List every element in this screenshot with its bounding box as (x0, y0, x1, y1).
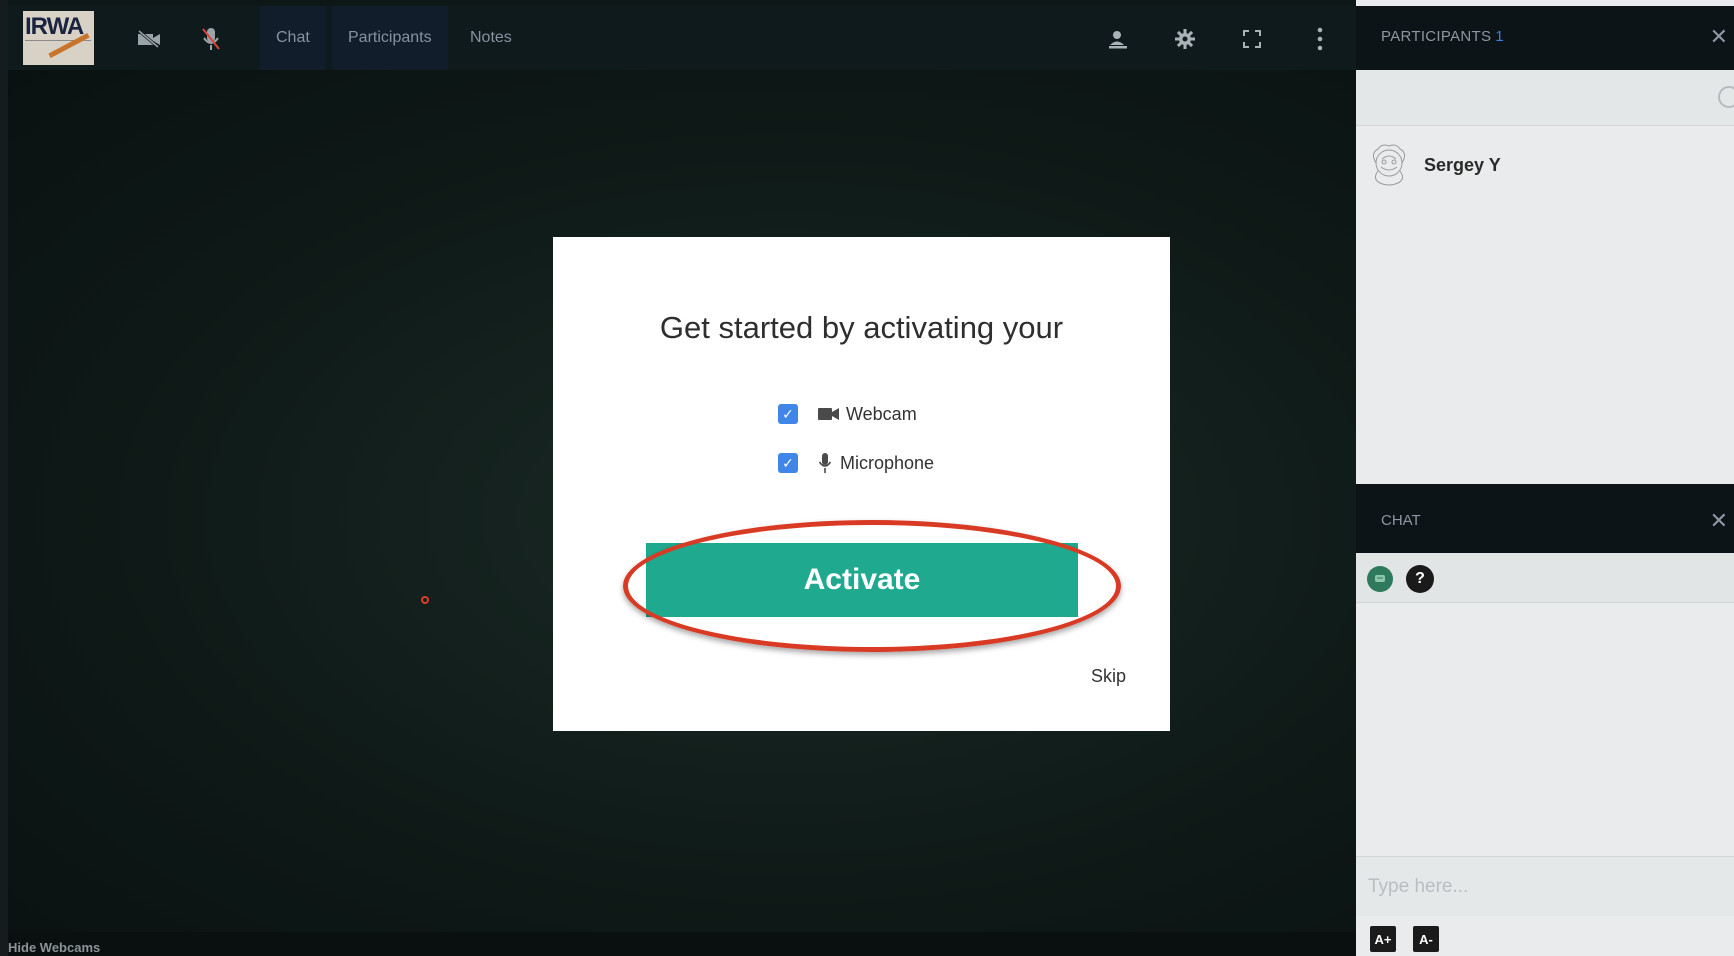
hide-webcams-link[interactable]: Hide Webcams (8, 940, 100, 955)
more-vertical-icon[interactable] (1305, 24, 1335, 54)
participants-count: 1 (1495, 28, 1504, 45)
tab-notes-label: Notes (470, 29, 512, 46)
microphone-checkbox[interactable]: ✓ (778, 453, 798, 473)
dialog-title: Get started by activating your (659, 310, 1064, 345)
chat-input[interactable] (1356, 856, 1734, 916)
webcam-option[interactable]: ✓ Webcam (778, 402, 917, 426)
bottom-bar: Hide Webcams (8, 932, 1356, 956)
participants-title: PARTICIPANTS 1 (1381, 28, 1504, 45)
activation-dialog: Get started by activating your ✓ Webcam … (553, 237, 1170, 731)
tab-chat[interactable]: Chat (260, 6, 326, 70)
app-window: IRWA Chat Participants Notes Hide Webcam… (0, 0, 1734, 956)
camera-off-icon[interactable] (134, 24, 164, 54)
tab-participants[interactable]: Participants (332, 6, 448, 70)
font-decrease-button[interactable]: A- (1413, 926, 1439, 952)
avatar (1366, 140, 1412, 190)
webcam-checkbox[interactable]: ✓ (778, 404, 798, 424)
cursor-marker (421, 596, 429, 604)
tab-chat-label: Chat (276, 29, 310, 46)
mic-off-icon[interactable] (196, 24, 226, 54)
gear-icon[interactable] (1170, 24, 1200, 54)
company-logo: IRWA (23, 11, 94, 65)
top-toolbar: IRWA Chat Participants Notes (8, 6, 1356, 70)
logo-text: IRWA (25, 13, 84, 40)
chat-messages (1356, 603, 1734, 856)
tab-notes[interactable]: Notes (454, 6, 528, 70)
chat-title: CHAT (1381, 512, 1421, 529)
tab-participants-label: Participants (348, 29, 432, 46)
font-increase-button[interactable]: A+ (1370, 926, 1396, 952)
close-participants-icon[interactable]: ✕ (1710, 24, 1728, 50)
presenter-icon[interactable] (1103, 24, 1133, 54)
participants-search[interactable] (1356, 70, 1734, 126)
skip-link[interactable]: Skip (1091, 666, 1126, 687)
help-icon[interactable]: ? (1406, 565, 1434, 593)
participant-name: Sergey Y (1424, 154, 1501, 175)
participant-row[interactable]: Sergey Y (1366, 140, 1501, 190)
webcam-label: Webcam (846, 403, 917, 424)
participants-title-text: PARTICIPANTS (1381, 28, 1492, 45)
microphone-option[interactable]: ✓ Microphone (778, 451, 934, 475)
close-chat-icon[interactable]: ✕ (1710, 508, 1728, 534)
activate-button[interactable]: Activate (646, 543, 1078, 617)
left-edge-strip (0, 0, 8, 956)
microphone-label: Microphone (840, 452, 935, 473)
emoji-icon[interactable] (1367, 566, 1393, 592)
right-sidebar: PARTICIPANTS 1 ✕ Sergey Y CHAT ✕ ? Type … (1356, 0, 1734, 956)
video-camera-icon (818, 404, 840, 424)
fullscreen-icon[interactable] (1237, 24, 1267, 54)
search-icon[interactable] (1718, 86, 1734, 108)
chat-toolbar: ? (1356, 553, 1734, 603)
participants-header: PARTICIPANTS 1 ✕ (1356, 6, 1734, 70)
chat-header: CHAT ✕ (1356, 484, 1734, 553)
microphone-icon (816, 453, 834, 473)
